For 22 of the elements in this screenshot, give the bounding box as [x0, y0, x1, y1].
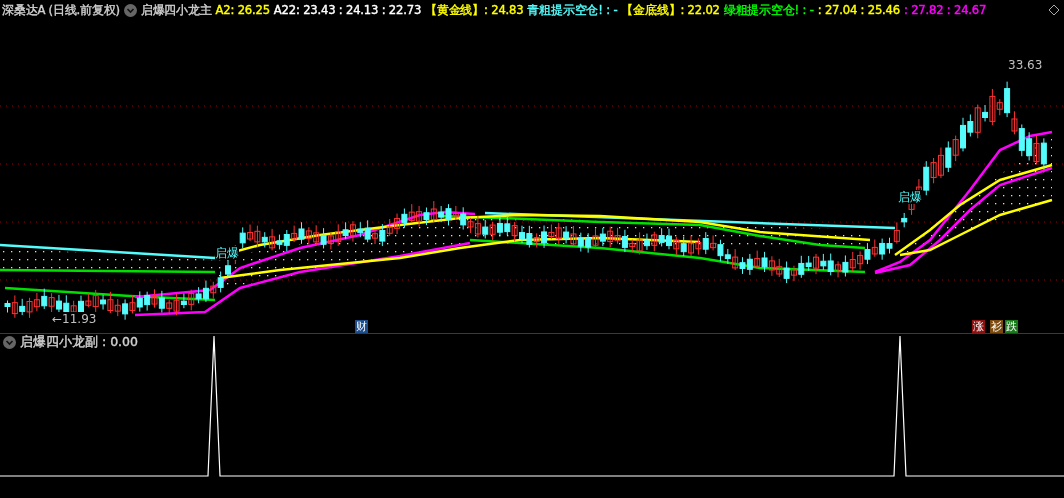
indicator-name: 启爆四小龙主 [140, 2, 212, 18]
event-badge: 跌 [1005, 320, 1018, 333]
dropdown-icon[interactable] [3, 335, 16, 349]
event-badge: 财 [355, 320, 368, 333]
indicator-value: 青粗提示空仓! : - [527, 2, 618, 18]
event-badge: 衫 [990, 320, 1003, 333]
indicator-value: 【金底线】: 22.02 [621, 2, 720, 18]
indicator-value: : 27.04 : 25.46 [817, 3, 900, 17]
indicator-value: 【黄金线】: 24.83 [425, 2, 524, 18]
signal-label: 启爆 [215, 246, 239, 260]
diamond-icon[interactable] [1048, 4, 1060, 16]
high-price-label: 33.63 [1008, 58, 1043, 72]
indicator-value: A2: 26.25 [215, 3, 270, 17]
security-title: 深桑达A (日线.前复权) [2, 2, 120, 18]
low-price-label: ←11.93 [52, 312, 97, 326]
indicator-value: A22: 23.43 : 24.13 : 22.73 [273, 3, 422, 17]
dropdown-icon[interactable] [123, 3, 137, 17]
event-badge: 涨 [972, 320, 985, 333]
indicator-value: : 27.82 : 24.67 [903, 3, 987, 17]
sub-indicator-title: 启爆四小龙副 : 0.00 [20, 333, 138, 351]
indicator-value: 绿粗提示空仓! : - [723, 2, 814, 18]
signal-label: 启爆 [898, 190, 922, 204]
